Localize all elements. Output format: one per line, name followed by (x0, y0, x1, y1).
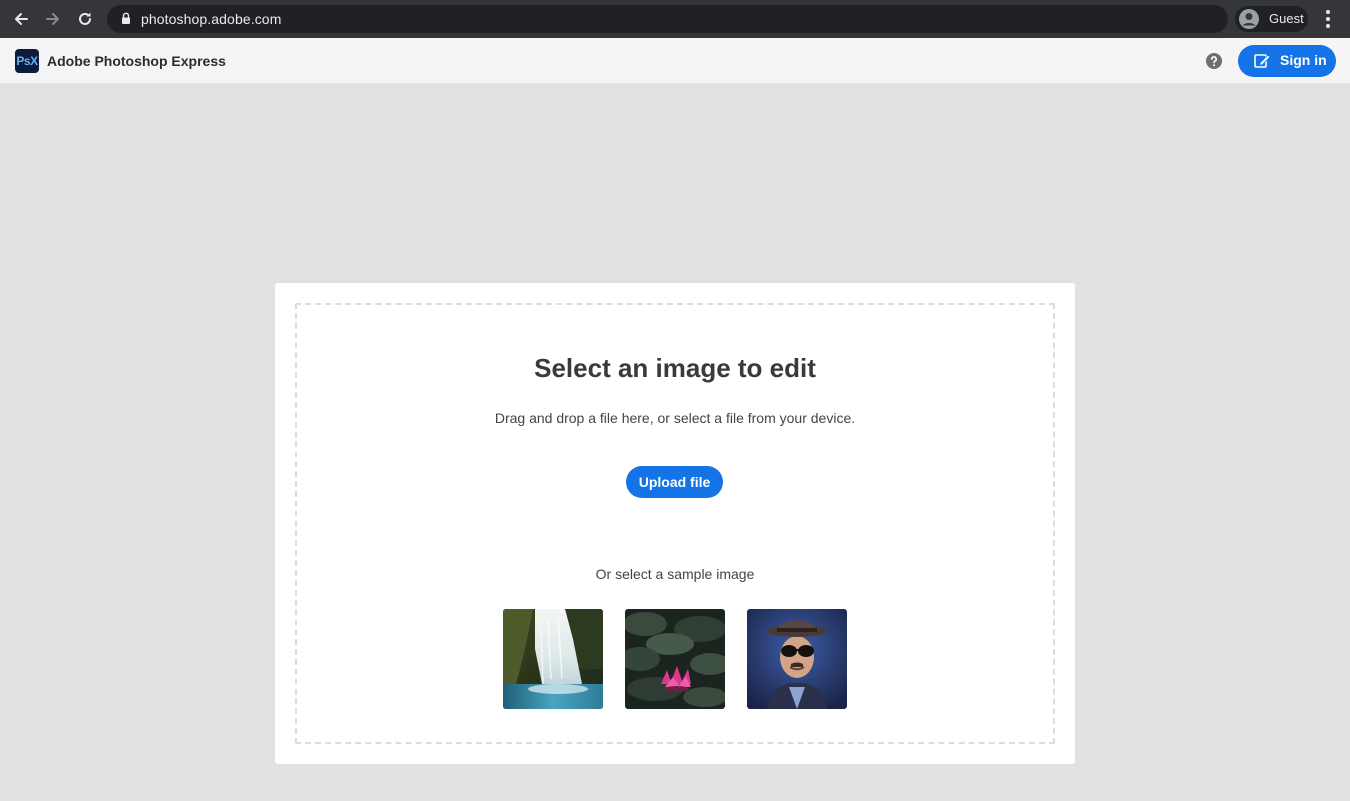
kebab-menu-icon[interactable] (1318, 8, 1338, 30)
sample-image-label: Or select a sample image (595, 566, 755, 582)
back-arrow-icon (15, 13, 28, 25)
help-icon[interactable] (1206, 53, 1222, 69)
profile-label: Guest (1269, 11, 1304, 26)
reload-button[interactable] (72, 6, 98, 32)
app-title: Adobe Photoshop Express (47, 53, 226, 69)
sample-image-water-lily[interactable] (625, 609, 725, 709)
url-text: photoshop.adobe.com (141, 11, 282, 27)
forward-button[interactable] (40, 6, 66, 32)
lock-icon (122, 12, 130, 24)
avatar-icon (1239, 9, 1259, 29)
psx-logo: PsX (15, 49, 39, 73)
sample-image-man-with-hat[interactable] (747, 609, 847, 709)
upload-card: Select an image to edit Drag and drop a … (275, 283, 1075, 764)
back-button[interactable] (8, 6, 34, 32)
reload-icon (79, 12, 91, 25)
sign-in-label: Sign in (1280, 52, 1327, 68)
forward-arrow-icon (46, 13, 59, 25)
browser-toolbar: photoshop.adobe.com Guest (0, 0, 1350, 38)
address-bar[interactable]: photoshop.adobe.com (107, 5, 1228, 33)
page-title: Select an image to edit (534, 353, 816, 383)
profile-button[interactable]: Guest (1235, 6, 1308, 32)
drop-zone-description: Drag and drop a file here, or select a f… (494, 410, 856, 426)
app-header: PsX Adobe Photoshop Express Sign in (0, 38, 1350, 84)
sample-image-waterfall[interactable] (503, 609, 603, 709)
upload-file-button[interactable]: Upload file (626, 466, 723, 498)
drop-zone[interactable]: Select an image to edit Drag and drop a … (295, 303, 1055, 744)
sign-in-button[interactable]: Sign in (1238, 45, 1336, 77)
sign-in-icon (1254, 54, 1271, 68)
